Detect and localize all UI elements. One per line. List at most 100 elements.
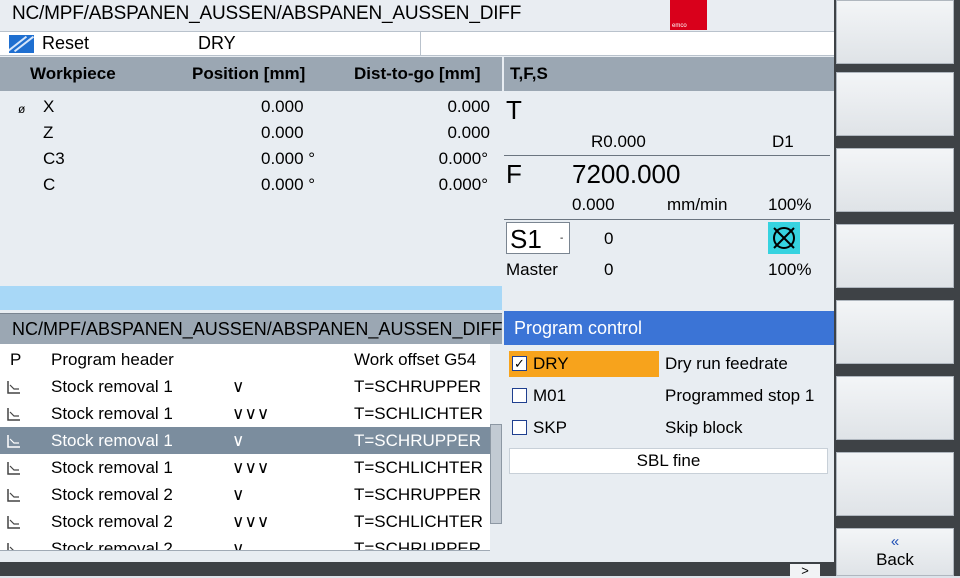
softkey-6[interactable] [836,376,954,440]
program-row[interactable]: Stock removal 2 ∨ T=SCHRUPPER [0,535,490,550]
spindle-stop-icon [768,222,800,254]
program-row-info: T=SCHRUPPER [354,431,482,450]
program-row-info: T=SCHRUPPER [354,539,482,550]
axis-row: Z 0.000 0.000 [0,121,502,147]
workpiece-panel: ø X 0.000 0.000 Z 0.000 0.000 C3 0.000 °… [0,91,502,286]
program-row[interactable]: Stock removal 1 ∨∨∨ T=SCHLICHTER [0,400,490,427]
program-control-panel: ✓ DRY Dry run feedrate M01 Programmed st… [504,345,834,562]
status-divider [420,32,421,56]
option-description: Programmed stop 1 [665,386,815,405]
program-list: P Program header Work offset G54 Stock r… [0,344,502,562]
program-row[interactable]: Stock removal 2 ∨ T=SCHRUPPER [0,481,490,508]
checkbox-icon[interactable] [512,388,527,403]
tfs-footer [504,286,834,310]
axis-dist: 0.000° [438,175,488,194]
logo-text: emco [672,23,687,29]
axis-row: C 0.000 ° 0.000° [0,173,502,199]
workpiece-header: Workpiece Position [mm] Dist-to-go [mm] [0,57,502,91]
option-skp[interactable]: SKP [509,415,659,441]
program-row-info: T=SCHLICHTER [354,458,483,477]
program-header-icon: P [10,350,22,369]
program-row[interactable]: Stock removal 2 ∨∨∨ T=SCHLICHTER [0,508,490,535]
sbl-mode-select[interactable]: SBL fine [509,448,828,474]
program-path: NC/MPF/ABSPANEN_AUSSEN/ABSPANEN_AUSSEN_D… [12,319,502,339]
option-m01[interactable]: M01 [509,383,659,409]
title-bar: NC/MPF/ABSPANEN_AUSSEN/ABSPANEN_AUSSEN_D… [0,0,834,32]
header-position: Position [mm] [192,64,306,83]
axis-dist: 0.000 [447,97,490,116]
option-dry[interactable]: ✓ DRY [509,351,659,377]
tool-radius: R0.000 [591,132,646,151]
option-description: Dry run feedrate [665,354,788,373]
program-row-name: Stock removal 1 [51,404,173,423]
feed-value: 7200.000 [572,159,681,189]
program-row-info: T=SCHRUPPER [354,485,482,504]
axis-name: C3 [43,149,65,168]
back-softkey[interactable]: « Back [836,528,954,576]
program-row-info: T=SCHRUPPER [354,377,482,396]
softkey-1[interactable] [836,0,954,64]
program-row[interactable]: P Program header Work offset G54 [0,346,490,373]
softkey-5[interactable] [836,300,954,364]
program-row[interactable]: Stock removal 1 ∨ T=SCHRUPPER [0,373,490,400]
program-row-name: Stock removal 1 [51,377,173,396]
reset-status-icon [9,35,34,53]
axis-dist: 0.000 [447,123,490,142]
program-row-marks: ∨ [232,539,245,550]
status-bar: Reset DRY [0,32,834,56]
option-code: SKP [533,418,568,437]
diameter-icon: ø [18,102,26,116]
spindle-override: 100% [768,260,812,279]
workpiece-footer-strip [0,286,502,310]
program-row-name: Stock removal 2 [51,539,173,550]
tfs-divider [504,155,830,156]
tfs-panel: T R0.000 D1 F 7200.000 0.000 mm/min 100%… [504,91,834,310]
program-scroll-thumb[interactable] [490,424,502,524]
option-description: Skip block [665,418,743,437]
spindle-value: 0 [604,229,614,248]
softkey-4[interactable] [836,224,954,288]
axis-row: C3 0.000 ° 0.000° [0,147,502,173]
emco-logo: emco [670,0,707,30]
softkey-2[interactable] [836,72,954,136]
program-row-marks: ∨∨∨ [232,404,270,423]
program-row-name: Stock removal 1 [51,431,173,450]
axis-row: ø X 0.000 0.000 [0,95,502,121]
tool-label: T [506,95,522,125]
master-label: Master [506,260,558,279]
status-label: Reset [42,33,90,53]
axis-position: 0.000 [261,97,304,116]
feed-label: F [506,159,522,189]
tfs-title: T,F,S [510,64,548,83]
stock-removal-cycle-icon [7,543,14,550]
stock-removal-cycle-icon [7,489,20,502]
program-row-name: Stock removal 2 [51,512,173,531]
dropdown-icon: - [560,233,564,244]
program-row-marks: ∨ [232,431,245,450]
feed-actual: 0.000 [572,195,615,214]
softkey-3[interactable] [836,148,954,212]
tfs-divider [504,219,830,220]
axis-position: 0.000 ° [261,175,316,194]
program-control-title: Program control [514,318,643,338]
spindle-select[interactable]: S1 - [506,222,570,254]
axis-dist: 0.000° [438,149,488,168]
stock-removal-cycle-icon [7,381,20,394]
status-mode: DRY [198,33,236,53]
program-row-marks: ∨∨∨ [232,512,270,531]
axis-position: 0.000 [261,123,304,142]
checkbox-icon[interactable] [512,420,527,435]
stock-removal-cycle-icon [7,462,20,475]
tfs-header: T,F,S [504,57,834,91]
program-row-selected[interactable]: Stock removal 1 ∨ T=SCHRUPPER [0,427,490,454]
spindle-select-value: S1 [510,224,542,254]
program-horizontal-scrollbar[interactable] [0,550,490,562]
program-path-header: NC/MPF/ABSPANEN_AUSSEN/ABSPANEN_AUSSEN_D… [0,313,502,344]
program-row[interactable]: Stock removal 1 ∨∨∨ T=SCHLICHTER [0,454,490,481]
checkbox-checked-icon[interactable]: ✓ [512,356,527,371]
back-label: Back [876,550,914,569]
program-row-info: T=SCHLICHTER [354,512,483,531]
program-row-marks: ∨∨∨ [232,458,270,477]
softkey-7[interactable] [836,452,954,516]
axis-name: C [43,175,56,194]
